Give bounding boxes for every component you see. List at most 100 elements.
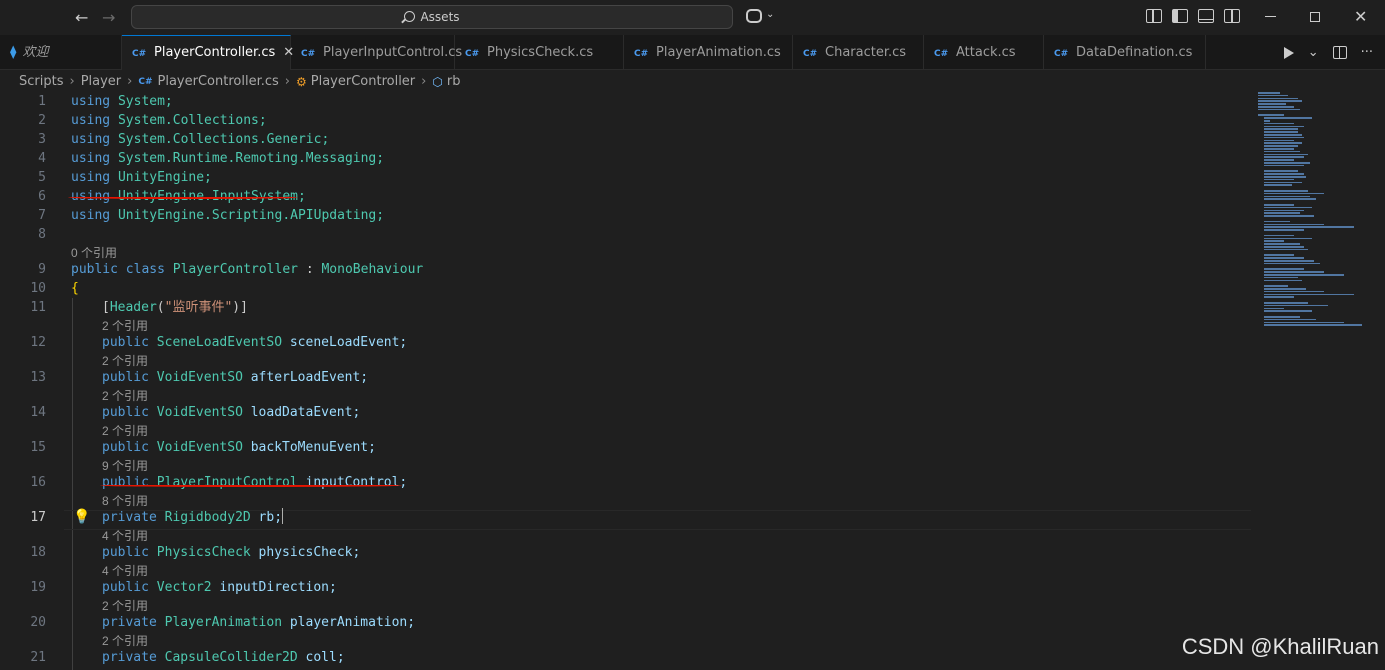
code-class-name: PlayerController	[172, 262, 298, 277]
code-type: Rigidbody2D	[164, 510, 251, 525]
tab-playercontroller[interactable]: C# PlayerController.cs ✕	[122, 35, 294, 70]
code-punct: ]	[240, 300, 248, 315]
codelens-references[interactable]: 0 个引用	[71, 245, 117, 261]
line-number: 16	[30, 475, 46, 490]
codelens-references[interactable]: 8 个引用	[102, 493, 148, 509]
tab-attack[interactable]: C# Attack.cs	[924, 35, 1044, 70]
minimap-line	[1264, 170, 1298, 172]
minimap-line	[1264, 262, 1320, 265]
minimap-line	[1264, 192, 1324, 195]
csharp-file-icon: C#	[934, 49, 949, 59]
minimap-line	[1264, 148, 1294, 150]
breadcrumb: Scripts › Player › C# PlayerController.c…	[19, 72, 460, 92]
minimap[interactable]	[1258, 92, 1368, 337]
code-identifier: inputControl;	[305, 475, 408, 490]
title-bar: ← → Assets ⌄ ✕	[0, 0, 1385, 35]
minimap-line	[1264, 117, 1312, 119]
code-keyword: using	[71, 94, 111, 109]
code-keyword: public	[71, 262, 118, 277]
line-number: 21	[30, 650, 46, 665]
code-identifier: sceneLoadEvent;	[289, 335, 408, 350]
line-number: 7	[38, 208, 46, 223]
forward-arrow-icon[interactable]: →	[102, 8, 115, 27]
minimap-line	[1264, 285, 1288, 287]
codelens-references[interactable]: 9 个引用	[102, 458, 148, 474]
command-center-search[interactable]: Assets	[131, 5, 733, 29]
code-line-current: private Rigidbody2D rb;	[102, 508, 284, 527]
search-label: Assets	[420, 10, 460, 24]
editor-tab-bar: ⧫ 欢迎 C# PlayerController.cs ✕ C# PlayerInput…	[0, 35, 1385, 70]
tab-label: PlayerAnimation.cs	[656, 45, 781, 60]
breadcrumb-scripts[interactable]: Scripts	[19, 72, 63, 92]
code-line: [Header("监听事件")]	[102, 298, 248, 317]
minimap-line	[1258, 97, 1298, 100]
codelens-references[interactable]: 2 个引用	[102, 353, 148, 369]
codelens-references[interactable]: 2 个引用	[102, 633, 148, 649]
code-brace: {	[71, 281, 79, 296]
csharp-file-icon: C#	[301, 49, 316, 59]
tab-datadefination[interactable]: C# DataDefination.cs	[1044, 35, 1206, 70]
codelens-references[interactable]: 4 个引用	[102, 528, 148, 544]
minimap-line	[1258, 106, 1294, 108]
toggle-panel-icon[interactable]	[1198, 9, 1214, 23]
toggle-primary-sidebar-icon[interactable]	[1172, 9, 1188, 23]
minimize-icon[interactable]	[1265, 16, 1276, 17]
tab-label: PlayerInputControl.cs	[323, 45, 463, 60]
codelens-references[interactable]: 2 个引用	[102, 318, 148, 334]
minimap-line	[1264, 156, 1304, 158]
tab-playerinputcontrol[interactable]: C# PlayerInputControl.cs	[291, 35, 462, 70]
run-icon[interactable]	[1283, 46, 1294, 59]
minimap-line	[1264, 215, 1314, 217]
csharp-file-icon: C#	[138, 77, 153, 87]
breadcrumb-player[interactable]: Player	[81, 72, 121, 92]
code-line: using System.Collections.Generic;	[71, 130, 329, 149]
back-arrow-icon[interactable]: ←	[75, 8, 88, 27]
close-window-icon[interactable]: ✕	[1354, 7, 1367, 26]
tab-physicscheck[interactable]: C# PhysicsCheck.cs	[455, 35, 624, 70]
tab-welcome[interactable]: ⧫ 欢迎	[0, 35, 122, 70]
split-editor-icon[interactable]	[1332, 46, 1347, 59]
code-type: Vector2	[156, 580, 212, 595]
customize-layout-icon[interactable]	[1146, 9, 1162, 23]
minimap-line	[1264, 173, 1304, 175]
more-actions-icon[interactable]: ···	[1361, 45, 1373, 60]
maximize-icon[interactable]	[1310, 12, 1320, 22]
minimap-line	[1264, 150, 1300, 153]
line-number-current: 17	[30, 510, 46, 525]
codelens-references[interactable]: 2 个引用	[102, 598, 148, 614]
code-type: SceneLoadEventSO	[156, 335, 283, 350]
breadcrumb-field[interactable]: rb	[447, 72, 461, 92]
minimap-line	[1258, 103, 1286, 105]
chevron-down-icon[interactable]: ⌄	[1308, 45, 1319, 60]
codelens-references[interactable]: 4 个引用	[102, 563, 148, 579]
minimap-line	[1264, 184, 1292, 186]
annotation-underline	[68, 196, 298, 199]
code-line: public PlayerInputControl inputControl;	[102, 473, 407, 492]
lightbulb-icon[interactable]: 💡	[73, 509, 90, 525]
minimap-line	[1264, 206, 1312, 209]
codelens-references[interactable]: 2 个引用	[102, 388, 148, 404]
minimap-line	[1264, 321, 1344, 324]
chevron-down-icon[interactable]: ⌄	[766, 9, 774, 20]
toggle-secondary-sidebar-icon[interactable]	[1224, 9, 1240, 23]
code-line: using System.Collections;	[71, 111, 267, 130]
codelens-references[interactable]: 2 个引用	[102, 423, 148, 439]
line-number: 5	[38, 170, 46, 185]
minimap-line	[1264, 318, 1316, 321]
code-identifier: afterLoadEvent;	[250, 370, 369, 385]
code-punct: [	[102, 300, 110, 315]
minimap-line	[1264, 220, 1290, 223]
minimap-line	[1264, 162, 1310, 164]
code-editor[interactable]: 1 2 3 4 5 6 7 8 9 10 11 12 13 14 15 16 1…	[0, 92, 1385, 670]
line-number: 10	[30, 281, 46, 296]
tab-playeranimation[interactable]: C# PlayerAnimation.cs	[624, 35, 793, 70]
tab-character[interactable]: C# Character.cs	[793, 35, 924, 70]
minimap-line	[1264, 316, 1300, 318]
search-icon	[404, 11, 416, 22]
code-keyword: private	[102, 615, 157, 630]
copilot-icon[interactable]	[746, 9, 762, 23]
breadcrumb-class[interactable]: PlayerController	[311, 72, 415, 92]
line-number: 2	[38, 113, 46, 128]
breadcrumb-file[interactable]: PlayerController.cs	[158, 72, 279, 92]
minimap-line	[1264, 181, 1302, 184]
